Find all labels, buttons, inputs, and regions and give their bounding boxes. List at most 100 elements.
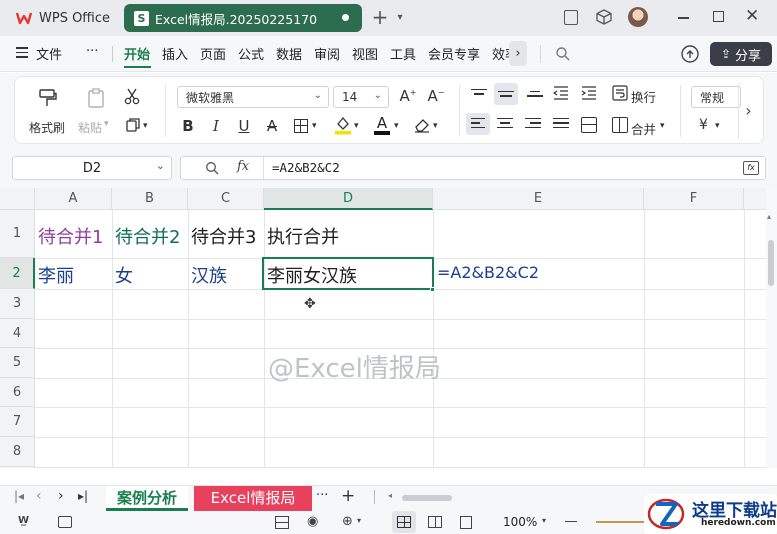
zoom-out-icon[interactable]	[565, 521, 577, 523]
prev-sheet-icon[interactable]: ‹	[36, 488, 42, 504]
sheet-tab-excel[interactable]: Excel情报局	[194, 486, 312, 511]
border-icon[interactable]	[294, 119, 308, 133]
format-painter-label[interactable]: 格式刷	[29, 119, 65, 136]
zoom-search-icon[interactable]	[205, 161, 219, 178]
protect-icon[interactable]	[58, 516, 72, 528]
zoom-level[interactable]: 100%	[503, 515, 537, 529]
font-name-select[interactable]: 微软雅黑 ⌄	[177, 86, 329, 108]
merge-label[interactable]: 合并	[631, 119, 656, 138]
menu-efficiency[interactable]: 效率	[492, 44, 510, 63]
spreadsheet-grid[interactable]: A B C D E F 1 2 3 4 5 6 7 8 9 待合并1 待合并2 …	[0, 188, 766, 468]
merge-dropdown-icon[interactable]: ▾	[660, 121, 665, 131]
next-sheet-icon[interactable]: ›	[58, 488, 64, 504]
cell-d2[interactable]: 李丽女汉族	[267, 262, 357, 288]
last-sheet-icon[interactable]: ▸|	[78, 489, 88, 503]
align-right-icon[interactable]	[525, 118, 541, 129]
decrease-indent-icon[interactable]	[552, 86, 569, 103]
eraser-icon[interactable]	[413, 117, 431, 136]
eraser-dropdown-icon[interactable]: ▾	[433, 121, 438, 131]
increase-font-icon[interactable]: A+	[398, 87, 418, 105]
justify-icon[interactable]	[553, 118, 569, 129]
cell-d1[interactable]: 执行合并	[267, 223, 339, 249]
border-dropdown-icon[interactable]: ▾	[312, 121, 317, 131]
merge-icon[interactable]	[612, 117, 628, 133]
sheet-tab-active[interactable]: 案例分析	[106, 486, 188, 511]
scrollbar-thumb[interactable]	[768, 240, 774, 286]
crosshair-icon[interactable]: ⊕	[342, 514, 353, 529]
font-color-icon[interactable]: A	[374, 114, 390, 135]
first-sheet-icon[interactable]: |◂	[14, 489, 24, 503]
column-header-g[interactable]	[744, 188, 766, 210]
row-header-4[interactable]: 4	[0, 319, 35, 348]
menu-review[interactable]: 审阅	[314, 44, 340, 63]
menu-member[interactable]: 会员专享	[428, 44, 480, 63]
menu-insert[interactable]: 插入	[162, 44, 188, 63]
cell-a2[interactable]: 李丽	[38, 262, 74, 288]
minimize-icon[interactable]	[678, 17, 689, 19]
cube-icon[interactable]	[595, 8, 613, 29]
distribute-icon[interactable]	[581, 117, 597, 133]
ribbon-scroll-right-button[interactable]: ›	[738, 83, 758, 139]
cut-icon[interactable]	[123, 87, 141, 108]
number-format-select[interactable]: 常规	[691, 86, 741, 108]
menu-file[interactable]: 文件	[36, 44, 62, 63]
menu-home[interactable]: 开始	[124, 44, 150, 63]
row-header-2[interactable]: 2	[0, 258, 35, 289]
add-sheet-button[interactable]: +	[341, 486, 355, 506]
crosshair-dropdown-icon[interactable]: ▾	[357, 516, 361, 525]
cell-c1[interactable]: 待合并3	[191, 223, 256, 249]
italic-icon[interactable]: I	[206, 117, 226, 135]
zoom-dropdown-icon[interactable]: ▾	[542, 516, 546, 525]
strikethrough-icon[interactable]: A	[262, 117, 282, 135]
scroll-up-icon[interactable]: ▴	[767, 212, 771, 221]
fill-dropdown-icon[interactable]: ▾	[354, 121, 359, 131]
currency-dropdown-icon[interactable]: ▾	[715, 121, 720, 131]
column-header-c[interactable]: C	[188, 188, 264, 210]
column-header-d[interactable]: D	[264, 188, 433, 210]
column-header-a[interactable]: A	[35, 188, 112, 210]
close-icon[interactable]: ✕	[745, 6, 759, 26]
paste-dropdown-icon[interactable]: ▾	[104, 119, 109, 129]
align-left-button[interactable]	[466, 113, 490, 135]
menu-formula[interactable]: 公式	[238, 44, 264, 63]
row-header-6[interactable]: 6	[0, 378, 35, 407]
formula-content[interactable]: =A2&B2&C2	[272, 160, 340, 175]
cell-a1[interactable]: 待合并1	[38, 223, 103, 249]
underline-icon[interactable]: U	[234, 117, 254, 135]
scroll-left-icon[interactable]: ◂	[388, 491, 392, 500]
font-size-select[interactable]: 14 ⌄	[333, 86, 389, 108]
unsaved-dot-icon[interactable]	[342, 14, 349, 21]
user-avatar[interactable]	[628, 7, 648, 27]
increase-indent-icon[interactable]	[581, 86, 597, 103]
wrap-text-icon[interactable]	[612, 85, 628, 104]
decrease-font-icon[interactable]: A−	[426, 87, 446, 105]
row-header-5[interactable]: 5	[0, 348, 35, 378]
cell-c2[interactable]: 汉族	[191, 262, 227, 288]
paste-label[interactable]: 粘贴	[78, 119, 102, 136]
align-center-icon[interactable]	[497, 118, 513, 129]
cell-b1[interactable]: 待合并2	[115, 223, 180, 249]
copy-dropdown-icon[interactable]: ▾	[143, 121, 148, 131]
row-header-3[interactable]: 3	[0, 289, 35, 319]
hamburger-icon[interactable]	[16, 47, 28, 58]
copy-icon[interactable]	[125, 117, 141, 136]
fx-icon[interactable]: fx	[237, 159, 249, 174]
paste-icon[interactable]	[85, 87, 107, 112]
row-header-1[interactable]: 1	[0, 210, 35, 258]
cell-e2[interactable]: =A2&B2&C2	[437, 263, 539, 282]
menu-view[interactable]: 视图	[352, 44, 378, 63]
menu-data[interactable]: 数据	[276, 44, 302, 63]
search-icon[interactable]	[555, 46, 571, 65]
share-button[interactable]: ⇪ 分享	[710, 42, 772, 66]
row-header-7[interactable]: 7	[0, 407, 35, 437]
cell-b2[interactable]: 女	[115, 262, 133, 288]
menu-page[interactable]: 页面	[200, 44, 226, 63]
menu-tools[interactable]: 工具	[390, 44, 416, 63]
normal-view-button[interactable]	[392, 511, 416, 533]
page-break-icon[interactable]	[460, 516, 472, 529]
wps-office-tab[interactable]: WPS Office	[6, 4, 118, 32]
menu-more[interactable]: ···	[86, 44, 98, 59]
page-layout-icon[interactable]	[428, 516, 442, 528]
align-bottom-icon[interactable]	[527, 91, 543, 97]
align-middle-button[interactable]	[494, 83, 518, 105]
